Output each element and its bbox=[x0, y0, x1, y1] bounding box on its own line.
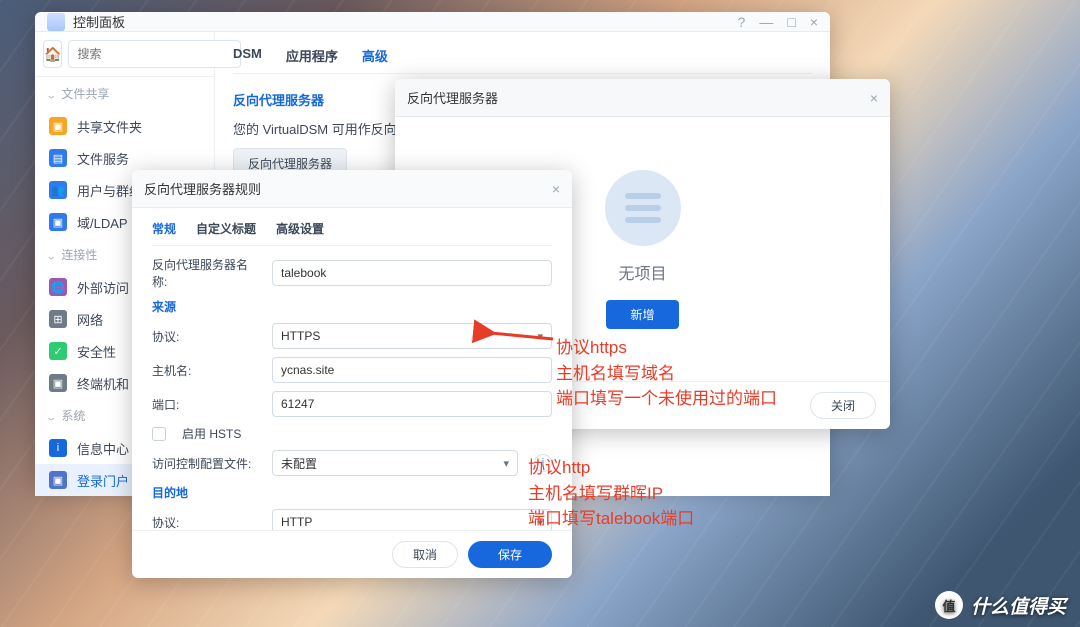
empty-text: 无项目 bbox=[618, 260, 666, 284]
cp-title: 控制面板 bbox=[73, 12, 125, 31]
sidebar-item-label: 文件服务 bbox=[77, 149, 129, 168]
help-icon[interactable]: ? bbox=[738, 14, 746, 30]
watermark-text: 什么值得买 bbox=[971, 592, 1066, 619]
dest-protocol-select[interactable]: HTTP bbox=[272, 509, 552, 530]
annotation-source: 协议https 主机名填写域名 端口填写一个未使用过的端口 bbox=[556, 335, 777, 412]
hsts-checkbox[interactable] bbox=[152, 427, 166, 441]
label-hostname: 主机名: bbox=[152, 362, 262, 379]
login-icon: ▣ bbox=[49, 471, 67, 489]
rules-title: 反向代理服务器规则 bbox=[144, 179, 261, 198]
tab-apps[interactable]: 应用程序 bbox=[286, 46, 338, 65]
cp-app-icon bbox=[47, 13, 65, 31]
section-source: 来源 bbox=[152, 298, 552, 315]
cp-titlebar[interactable]: 控制面板 ? — □ × bbox=[35, 12, 830, 32]
watermark-badge-icon: 值 bbox=[935, 591, 963, 619]
side-group-fileshare[interactable]: 文件共享 bbox=[35, 77, 214, 110]
source-hostname-input[interactable] bbox=[272, 357, 552, 383]
dlg-title: 反向代理服务器 bbox=[407, 88, 498, 107]
tab-dsm[interactable]: DSM bbox=[233, 46, 262, 65]
sidebar-item-label: 外部访问 bbox=[77, 278, 129, 297]
label-protocol: 协议: bbox=[152, 514, 262, 531]
label-hsts: 启用 HSTS bbox=[182, 425, 241, 442]
close-icon[interactable]: × bbox=[552, 181, 560, 197]
maximize-icon[interactable]: □ bbox=[787, 14, 795, 30]
rules-titlebar[interactable]: 反向代理服务器规则 × bbox=[132, 170, 572, 208]
sidebar-item-label: 网络 bbox=[77, 310, 103, 329]
cancel-button[interactable]: 取消 bbox=[392, 541, 458, 568]
ldap-icon: ▣ bbox=[49, 213, 67, 231]
user-icon: 👥 bbox=[49, 181, 67, 199]
label-port: 端口: bbox=[152, 396, 262, 413]
annotation-arrow-icon bbox=[483, 325, 558, 347]
close-icon[interactable]: × bbox=[870, 90, 878, 106]
label-proxy-name: 反向代理服务器名称: bbox=[152, 256, 262, 290]
empty-list-icon bbox=[605, 170, 681, 246]
section-destination: 目的地 bbox=[152, 484, 552, 501]
add-button[interactable]: 新增 bbox=[606, 300, 678, 329]
terminal-icon: ▣ bbox=[49, 374, 67, 392]
watermark: 值 什么值得买 bbox=[935, 591, 1066, 619]
sidebar-item-share-folder[interactable]: ▣ 共享文件夹 bbox=[35, 110, 214, 142]
close-button[interactable]: 关闭 bbox=[810, 392, 876, 419]
tab-advanced[interactable]: 高级 bbox=[362, 46, 388, 65]
source-port-input[interactable] bbox=[272, 391, 552, 417]
proxy-name-input[interactable] bbox=[272, 260, 552, 286]
label-protocol: 协议: bbox=[152, 328, 262, 345]
sidebar-item-label: 信息中心 bbox=[77, 439, 129, 458]
info-icon: i bbox=[49, 439, 67, 457]
cp-tabs: DSM 应用程序 高级 bbox=[233, 46, 812, 74]
home-button[interactable]: 🏠 bbox=[43, 40, 62, 68]
tab-advanced-settings[interactable]: 高级设置 bbox=[276, 220, 324, 237]
tab-custom-header[interactable]: 自定义标题 bbox=[196, 220, 256, 237]
sidebar-item-label: 域/LDAP bbox=[77, 213, 128, 232]
folder-icon: ▣ bbox=[49, 117, 67, 135]
sidebar-item-label: 登录门户 bbox=[77, 471, 129, 490]
reverse-proxy-rules-dialog: 反向代理服务器规则 × 常规 自定义标题 高级设置 反向代理服务器名称: 来源 … bbox=[132, 170, 572, 578]
dlg-titlebar[interactable]: 反向代理服务器 × bbox=[395, 79, 890, 117]
annotation-destination: 协议http 主机名填写群晖IP 端口填写talebook端口 bbox=[528, 455, 694, 532]
sidebar-item-label: 共享文件夹 bbox=[77, 117, 142, 136]
save-button[interactable]: 保存 bbox=[468, 541, 552, 568]
sidebar-item-label: 安全性 bbox=[77, 342, 116, 361]
close-icon[interactable]: × bbox=[810, 14, 818, 30]
network-icon: ⊞ bbox=[49, 310, 67, 328]
globe-icon: 🌐 bbox=[49, 278, 67, 296]
minimize-icon[interactable]: — bbox=[759, 14, 773, 30]
tab-general[interactable]: 常规 bbox=[152, 220, 176, 237]
acl-select[interactable]: 未配置 bbox=[272, 450, 518, 476]
label-acl: 访问控制配置文件: bbox=[152, 455, 262, 472]
shield-icon: ✓ bbox=[49, 342, 67, 360]
file-icon: ▤ bbox=[49, 149, 67, 167]
